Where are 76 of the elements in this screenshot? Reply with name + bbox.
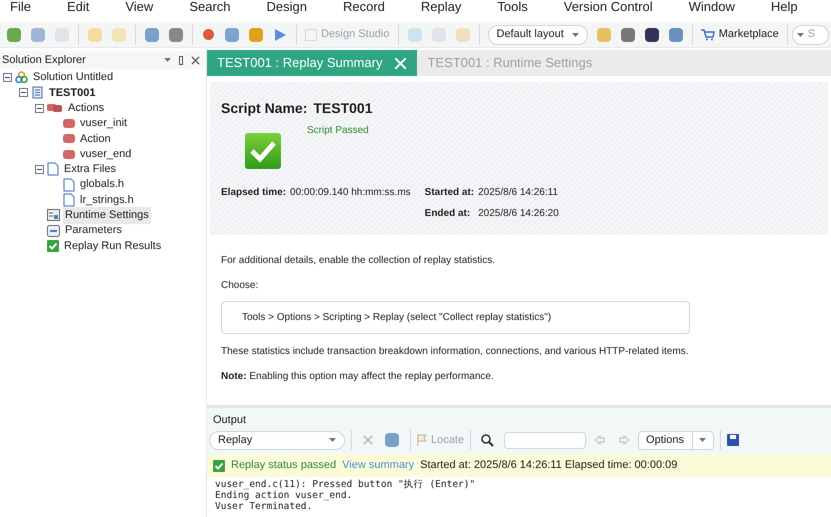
brick-icon: [63, 133, 75, 144]
script-name-label: Script Name:: [221, 99, 308, 118]
menu-item[interactable]: Design: [266, 0, 307, 13]
tree-item[interactable]: Parameters: [63, 222, 124, 239]
source-dropdown[interactable]: Replay: [209, 430, 345, 450]
tree-item[interactable]: Runtime Settings: [63, 207, 151, 224]
script-name: TEST001: [313, 99, 372, 118]
menu-item[interactable]: Help: [770, 0, 798, 13]
tree-item[interactable]: vuser_init: [78, 115, 130, 132]
info-text: For additional details, enable the collection of replay statistics.: [221, 254, 496, 268]
elapsed-value: 00:00:09.140 hh:mm:ss.ms: [290, 186, 411, 200]
flag-icon: [417, 434, 427, 446]
status-info: Started at: 2025/8/6 14:26:11 Elapsed time: 00:00:09: [420, 458, 678, 474]
record-icon[interactable]: [203, 29, 214, 40]
caret-icon: [796, 32, 804, 36]
tree-item[interactable]: Actions: [66, 100, 106, 116]
collapse-toggle[interactable]: [35, 104, 44, 113]
menu-item[interactable]: View: [125, 0, 154, 13]
caret-icon: [572, 32, 579, 36]
menu-item[interactable]: Version Control: [564, 0, 653, 13]
started-value: 2025/8/6 14:26:11: [478, 186, 559, 200]
menu-item[interactable]: Edit: [66, 0, 90, 13]
log-line: vuser_end.c(11): Pressed button "执行 (Enter)": [215, 479, 476, 490]
ended-value: 2025/8/6 14:26:20: [478, 207, 560, 221]
note-text: Note: Enabling this option may affect the replay performance.: [221, 370, 495, 384]
cart-icon: [700, 28, 715, 40]
caret-icon: [698, 438, 706, 442]
status-text: Replay status passed: [231, 458, 336, 474]
tree-item[interactable]: Solution Untitled: [31, 69, 116, 86]
checkmark-icon: [47, 240, 59, 252]
choose-label: Choose:: [221, 279, 260, 293]
next-icon[interactable]: [619, 435, 630, 445]
tree-item[interactable]: globals.h: [78, 176, 126, 193]
previous-icon[interactable]: [594, 435, 606, 445]
pin-icon[interactable]: [179, 56, 183, 64]
log-line: Ending action vuser_end.: [215, 490, 354, 501]
caret-icon: [164, 58, 171, 62]
ended-label: Ended at:: [424, 207, 472, 221]
menu-item[interactable]: Tools: [497, 0, 528, 13]
status-text: Script Passed: [307, 124, 369, 138]
brick-icon: [63, 148, 75, 160]
log-line: Vuser Terminated.: [215, 501, 314, 512]
caret-icon: [329, 438, 336, 442]
checkmark-icon: [213, 460, 225, 472]
menu-item[interactable]: Replay: [420, 0, 462, 13]
parameters-icon: [47, 224, 60, 237]
tree-item[interactable]: vuser_end: [78, 146, 134, 162]
panel-title: Solution Explorer: [2, 52, 87, 68]
script-icon: [31, 86, 44, 100]
layout-dropdown[interactable]: Default layout: [488, 24, 588, 44]
collapse-toggle[interactable]: [19, 88, 28, 98]
info-text: These statistics include transaction breakdown information, connections, and various HTTP-related items.: [221, 345, 690, 359]
panel-title: Output: [212, 413, 248, 428]
bricks-icon: [47, 102, 63, 114]
menu-item[interactable]: Search: [189, 0, 231, 13]
search-icon[interactable]: [481, 434, 494, 446]
options-button[interactable]: Options: [638, 430, 714, 450]
marketplace-button[interactable]: Marketplace: [696, 26, 783, 43]
tree-item[interactable]: lr_strings.h: [78, 192, 136, 208]
started-label: Started at:: [424, 186, 474, 200]
tree-item[interactable]: Replay Run Results: [62, 238, 164, 254]
collapse-toggle[interactable]: [35, 164, 44, 174]
tree-item[interactable]: Extra Files: [62, 161, 118, 178]
settings-path: Tools > Options > Scripting > Replay (select "Collect replay statistics"): [221, 301, 690, 334]
tree-item[interactable]: Action: [78, 130, 113, 148]
menu-item[interactable]: Record: [342, 0, 385, 13]
search-field[interactable]: [504, 432, 586, 448]
close-icon[interactable]: [191, 56, 200, 64]
play-icon[interactable]: [273, 28, 287, 42]
brick-icon: [63, 118, 75, 130]
menu-item[interactable]: Window: [688, 0, 735, 13]
tree-item[interactable]: TEST001: [47, 84, 98, 102]
menu-item[interactable]: File: [10, 0, 31, 13]
collapse-toggle[interactable]: [3, 73, 12, 82]
settings-icon: [47, 209, 60, 222]
elapsed-label: Elapsed time:: [221, 186, 286, 200]
